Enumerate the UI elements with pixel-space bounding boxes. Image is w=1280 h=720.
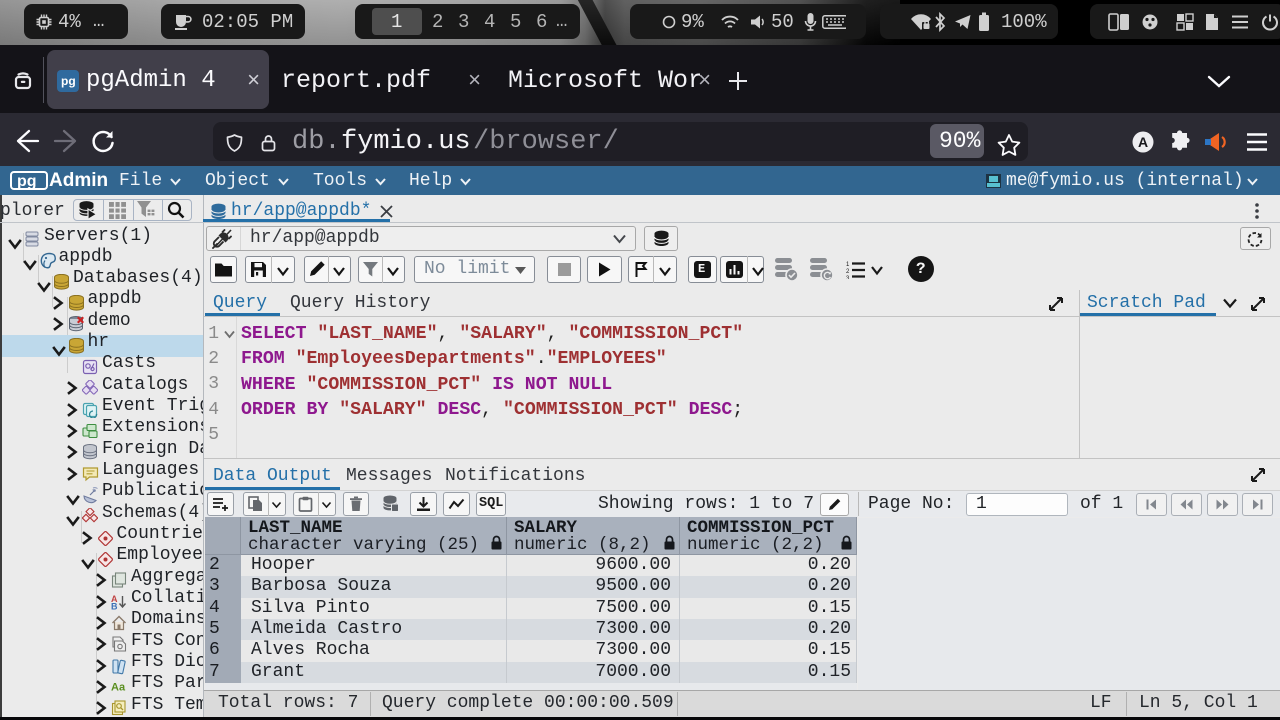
svg-text:1: 1 [846, 262, 850, 268]
svg-text:3: 3 [846, 276, 850, 279]
svg-text:A: A [1138, 134, 1148, 150]
svg-text:2: 2 [846, 269, 850, 275]
svg-text:B: B [111, 601, 118, 610]
svg-text:Aa: Aa [111, 681, 126, 693]
